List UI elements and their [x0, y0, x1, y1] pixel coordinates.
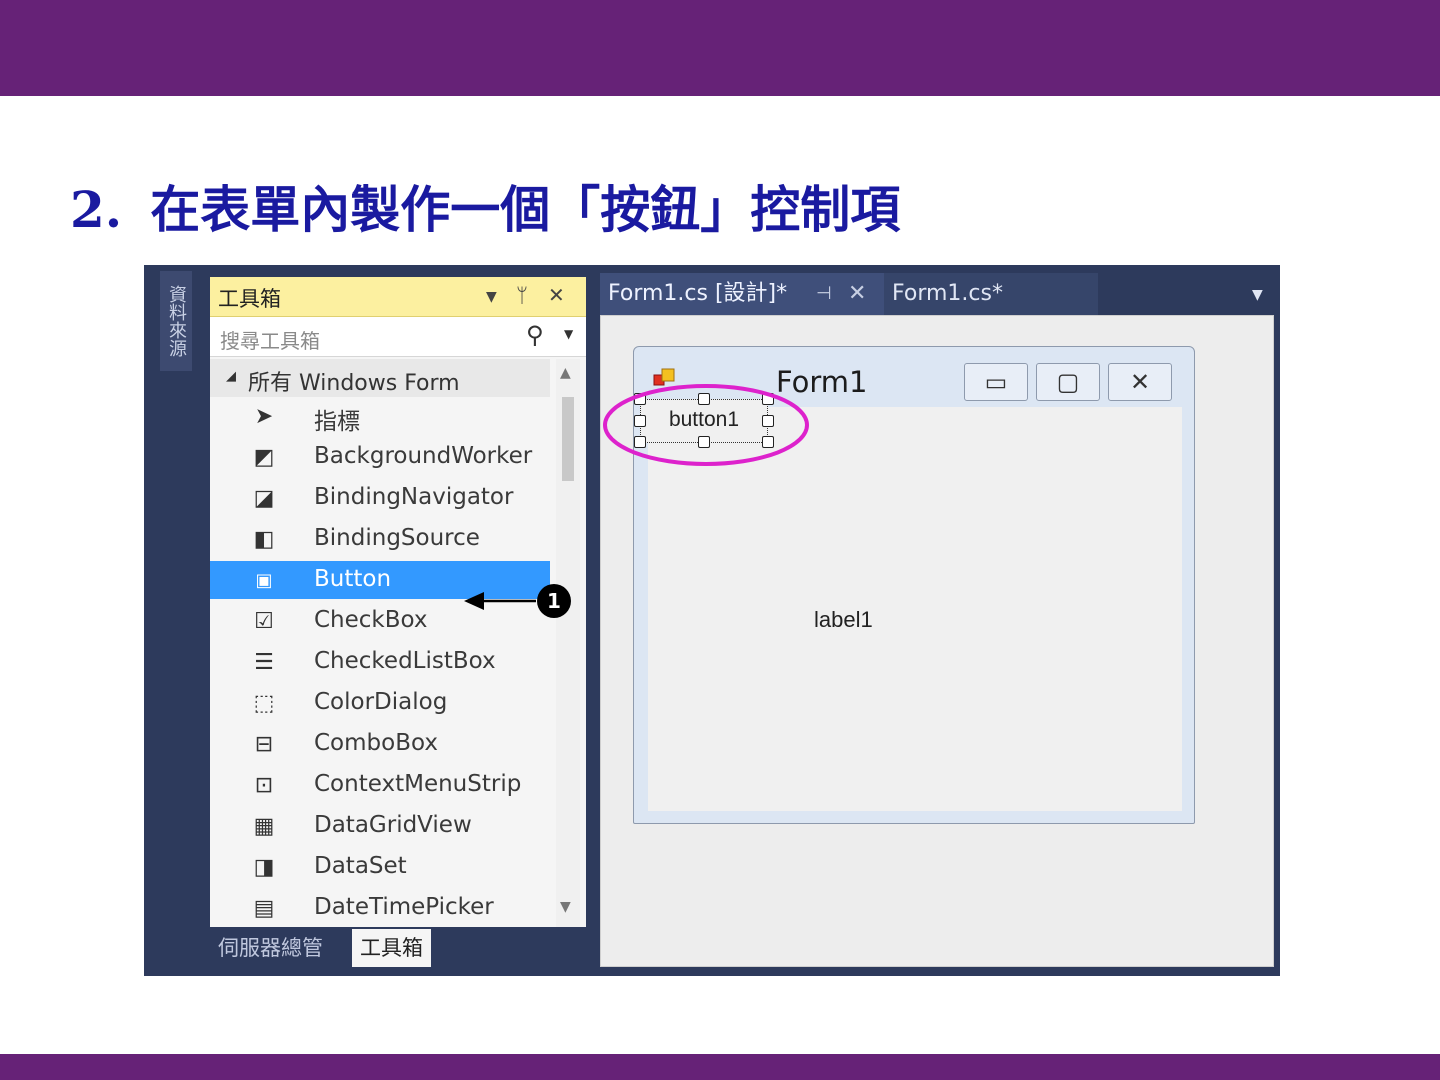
toolbox-scrollbar[interactable]: ▲ ▼	[556, 359, 580, 927]
chevron-down-icon[interactable]: ▼	[486, 289, 497, 305]
annotation-number: 1	[547, 589, 561, 613]
slide-step-text: 在表單內製作一個「按鈕」控制項	[150, 180, 901, 239]
pin-icon[interactable]: ᛘ	[516, 283, 528, 307]
background-worker-icon: ◩	[253, 445, 275, 470]
scroll-thumb[interactable]	[562, 397, 574, 481]
highlight-ellipse	[603, 384, 809, 466]
toolbox-item-label: CheckedListBox	[314, 648, 496, 674]
collapse-triangle-icon[interactable]: ◢	[226, 369, 236, 384]
scroll-down-icon[interactable]: ▼	[560, 899, 571, 915]
toolbox-item-label: BackgroundWorker	[314, 443, 533, 469]
toolbox-search-input[interactable]: 搜尋工具箱	[220, 325, 320, 354]
toolbox-item-label: DateTimePicker	[314, 894, 494, 920]
toolbox-item-colordialog[interactable]: ⬚ ColorDialog	[210, 684, 550, 722]
document-tabs: Form1.cs [設計]* ⊣ ✕ Form1.cs*	[600, 273, 1280, 315]
toolbox-list: ◢ 所有 Windows Form ➤ 指標 ◩ BackgroundWorke…	[210, 359, 550, 927]
toolbox-item-combobox[interactable]: ⊟ ComboBox	[210, 725, 550, 763]
toolbox-item-label: DataSet	[314, 853, 407, 879]
minimize-icon[interactable]: ▭	[964, 363, 1028, 401]
toolbox-header: 工具箱 ▼ ᛘ ✕	[210, 277, 586, 317]
combobox-icon: ⊟	[254, 732, 274, 757]
side-strip: 資料來源	[144, 265, 208, 976]
datagridview-icon: ▦	[253, 814, 275, 839]
form-designer-surface: Form1 ▭ ▢ ✕ label1 button1	[600, 315, 1274, 967]
close-window-icon[interactable]: ✕	[1108, 363, 1172, 401]
toolbox-item-label: ContextMenuStrip	[314, 771, 522, 797]
toolbox-item-label: ComboBox	[314, 730, 438, 756]
search-dropdown-icon[interactable]: ▼	[564, 327, 573, 341]
annotation-arrow: 1	[464, 584, 571, 618]
slide-step-number: 2.	[70, 180, 123, 239]
tab-form1-design-label: Form1.cs [設計]*	[608, 281, 788, 306]
close-icon[interactable]: ✕	[548, 283, 565, 307]
toolbox-item-label: ColorDialog	[314, 689, 448, 715]
slide-title: 2. 在表單內製作一個「按鈕」控制項	[70, 170, 900, 242]
toolbox-item-label: DataGridView	[314, 812, 472, 838]
toolbox-title: 工具箱	[218, 287, 281, 311]
toolbox-item-bindingsource[interactable]: ◧ BindingSource	[210, 520, 550, 558]
toolbox-item-label: BindingSource	[314, 525, 480, 551]
toolbox-item-datagridview[interactable]: ▦ DataGridView	[210, 807, 550, 845]
toolbox-item-label: CheckBox	[314, 607, 428, 633]
tab-toolbox[interactable]: 工具箱	[352, 929, 431, 967]
top-band	[0, 0, 1440, 96]
datetimepicker-icon: ▤	[253, 896, 275, 921]
context-menu-strip-icon: ⊡	[254, 773, 274, 798]
data-source-tab[interactable]: 資料來源	[160, 271, 192, 371]
binding-source-icon: ◧	[253, 527, 275, 552]
ide-window: 資料來源 工具箱 ▼ ᛘ ✕ 搜尋工具箱 ⚲ ▼ ◢ 所有 Windows Fo…	[144, 265, 1280, 976]
toolbox-item-label: Button	[314, 566, 392, 592]
pin-icon[interactable]: ⊣	[816, 273, 832, 315]
tab-overflow-dropdown-icon[interactable]: ▼	[1252, 287, 1263, 303]
color-dialog-icon: ⬚	[253, 691, 275, 716]
maximize-icon[interactable]: ▢	[1036, 363, 1100, 401]
pointer-icon: ➤	[254, 404, 274, 429]
toolbox-group[interactable]: ◢ 所有 Windows Form	[210, 359, 550, 397]
toolbox-group-label: 所有 Windows Form	[248, 371, 460, 396]
toolbox-item-datetimepicker[interactable]: ▤ DateTimePicker	[210, 889, 550, 927]
bottom-tabs: 伺服器總管 工具箱	[210, 929, 586, 967]
tab-server-explorer[interactable]: 伺服器總管	[210, 929, 331, 967]
toolbox-search[interactable]: 搜尋工具箱 ⚲ ▼	[210, 317, 586, 357]
close-icon[interactable]: ✕	[848, 273, 866, 315]
tab-form1-design[interactable]: Form1.cs [設計]* ⊣ ✕	[600, 273, 884, 315]
checkbox-icon: ☑	[254, 609, 274, 634]
toolbox-item-dataset[interactable]: ◨ DataSet	[210, 848, 550, 886]
bottom-band	[0, 1054, 1440, 1080]
toolbox-item-bindingnavigator[interactable]: ◪ BindingNavigator	[210, 479, 550, 517]
tab-form1-code[interactable]: Form1.cs*	[884, 273, 1098, 315]
binding-navigator-icon: ◪	[253, 486, 275, 511]
search-icon[interactable]: ⚲	[526, 321, 544, 349]
toolbox-item-label: BindingNavigator	[314, 484, 514, 510]
button-control-icon: ▣	[255, 570, 273, 591]
tab-form1-code-label: Form1.cs*	[892, 281, 1003, 306]
dataset-icon: ◨	[253, 855, 275, 880]
scroll-up-icon[interactable]: ▲	[560, 365, 571, 381]
label1-control[interactable]: label1	[814, 607, 873, 633]
toolbox-item-backgroundworker[interactable]: ◩ BackgroundWorker	[210, 438, 550, 476]
toolbox-item-pointer[interactable]: ➤ 指標	[210, 397, 550, 435]
toolbox-item-checkedlistbox[interactable]: ☰ CheckedListBox	[210, 643, 550, 681]
toolbox-panel: 工具箱 ▼ ᛘ ✕ 搜尋工具箱 ⚲ ▼ ◢ 所有 Windows Form ➤ …	[210, 277, 586, 927]
checked-listbox-icon: ☰	[254, 650, 274, 675]
toolbox-item-label: 指標	[314, 409, 360, 435]
toolbox-item-contextmenustrip[interactable]: ⊡ ContextMenuStrip	[210, 766, 550, 804]
